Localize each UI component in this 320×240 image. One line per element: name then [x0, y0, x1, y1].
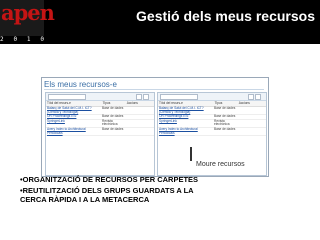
folder-select[interactable] [48, 94, 86, 100]
logo-year-digit: 1 [26, 36, 31, 43]
toolbar-button[interactable] [248, 94, 254, 100]
resource-actions[interactable] [237, 128, 266, 135]
column-actions: Accions [238, 101, 250, 105]
slide-header: apen 2 0 1 0 Gestió dels meus recursos [0, 0, 320, 44]
logo-year-digit: 2 [0, 36, 4, 43]
apen-logo: apen 2 0 1 0 [0, 0, 55, 44]
resource-type: Base de dades [102, 106, 124, 110]
resource-actions[interactable] [237, 120, 266, 127]
panel-title: Els meus recursos-e [44, 80, 117, 89]
resource-actions[interactable] [237, 107, 266, 114]
bullet-item: •ORGANITZACIÓ DE RECURSOS PER CARPETES [20, 175, 199, 184]
resource-actions[interactable] [125, 107, 154, 114]
bullet-item: •REUTILITZACIÓ DELS GRUPS GUARDATS A LA … [20, 186, 194, 204]
resource-actions[interactable] [125, 128, 154, 135]
column-actions: Accions [126, 101, 138, 105]
logo-year-digit: 0 [13, 36, 18, 43]
logo-wordmark: apen [1, 0, 55, 25]
panel-divider [44, 89, 264, 90]
resource-actions[interactable] [237, 115, 266, 119]
resource-actions[interactable] [125, 115, 154, 119]
resource-row[interactable]: Avery Index to Architectural Periodicals… [46, 126, 154, 137]
resource-link[interactable]: Balanç de Salut del C.M.I. ICT? (Ciencia… [158, 106, 213, 114]
toolbar-button[interactable] [136, 94, 142, 100]
resource-row[interactable]: Avery Index to Architectural Periodicals… [158, 126, 266, 137]
pane-toolbar [158, 93, 266, 101]
resource-link[interactable]: Avery Index to Architectural Periodicals [46, 127, 101, 135]
pane-toolbar [46, 93, 154, 101]
resource-type: Base de dades [214, 106, 236, 110]
move-resources-label: Moure recursos [196, 161, 245, 168]
resource-link[interactable]: SpringerLink [46, 119, 101, 127]
resource-link[interactable]: Avery Index to Architectural Periodicals [158, 127, 213, 135]
resource-type: Base de dades [102, 126, 124, 131]
slide-title: Gestió dels meus recursos [136, 8, 315, 24]
resource-link[interactable]: SpringerLink [158, 119, 213, 127]
resource-type: Revista electrònica [214, 118, 230, 127]
resource-type: Base de dades [214, 126, 236, 131]
toolbar-button[interactable] [255, 94, 261, 100]
resource-actions[interactable] [125, 120, 154, 127]
annotation-arrow [190, 147, 192, 161]
logo-year-digit: 0 [40, 36, 44, 43]
bullet-list: •ORGANITZACIÓ DE RECURSOS PER CARPETES •… [20, 175, 210, 207]
resource-type: Revista electrònica [102, 118, 118, 127]
left-folder-pane: Títol del recurs-e Tipus Accions Balanç … [45, 92, 155, 176]
folder-select[interactable] [160, 94, 198, 100]
resource-link[interactable]: Balanç de Salut del C.M.I. ICT? (Ciencia… [46, 106, 101, 114]
toolbar-button[interactable] [143, 94, 149, 100]
logo-year: 2 0 1 0 [0, 36, 44, 44]
